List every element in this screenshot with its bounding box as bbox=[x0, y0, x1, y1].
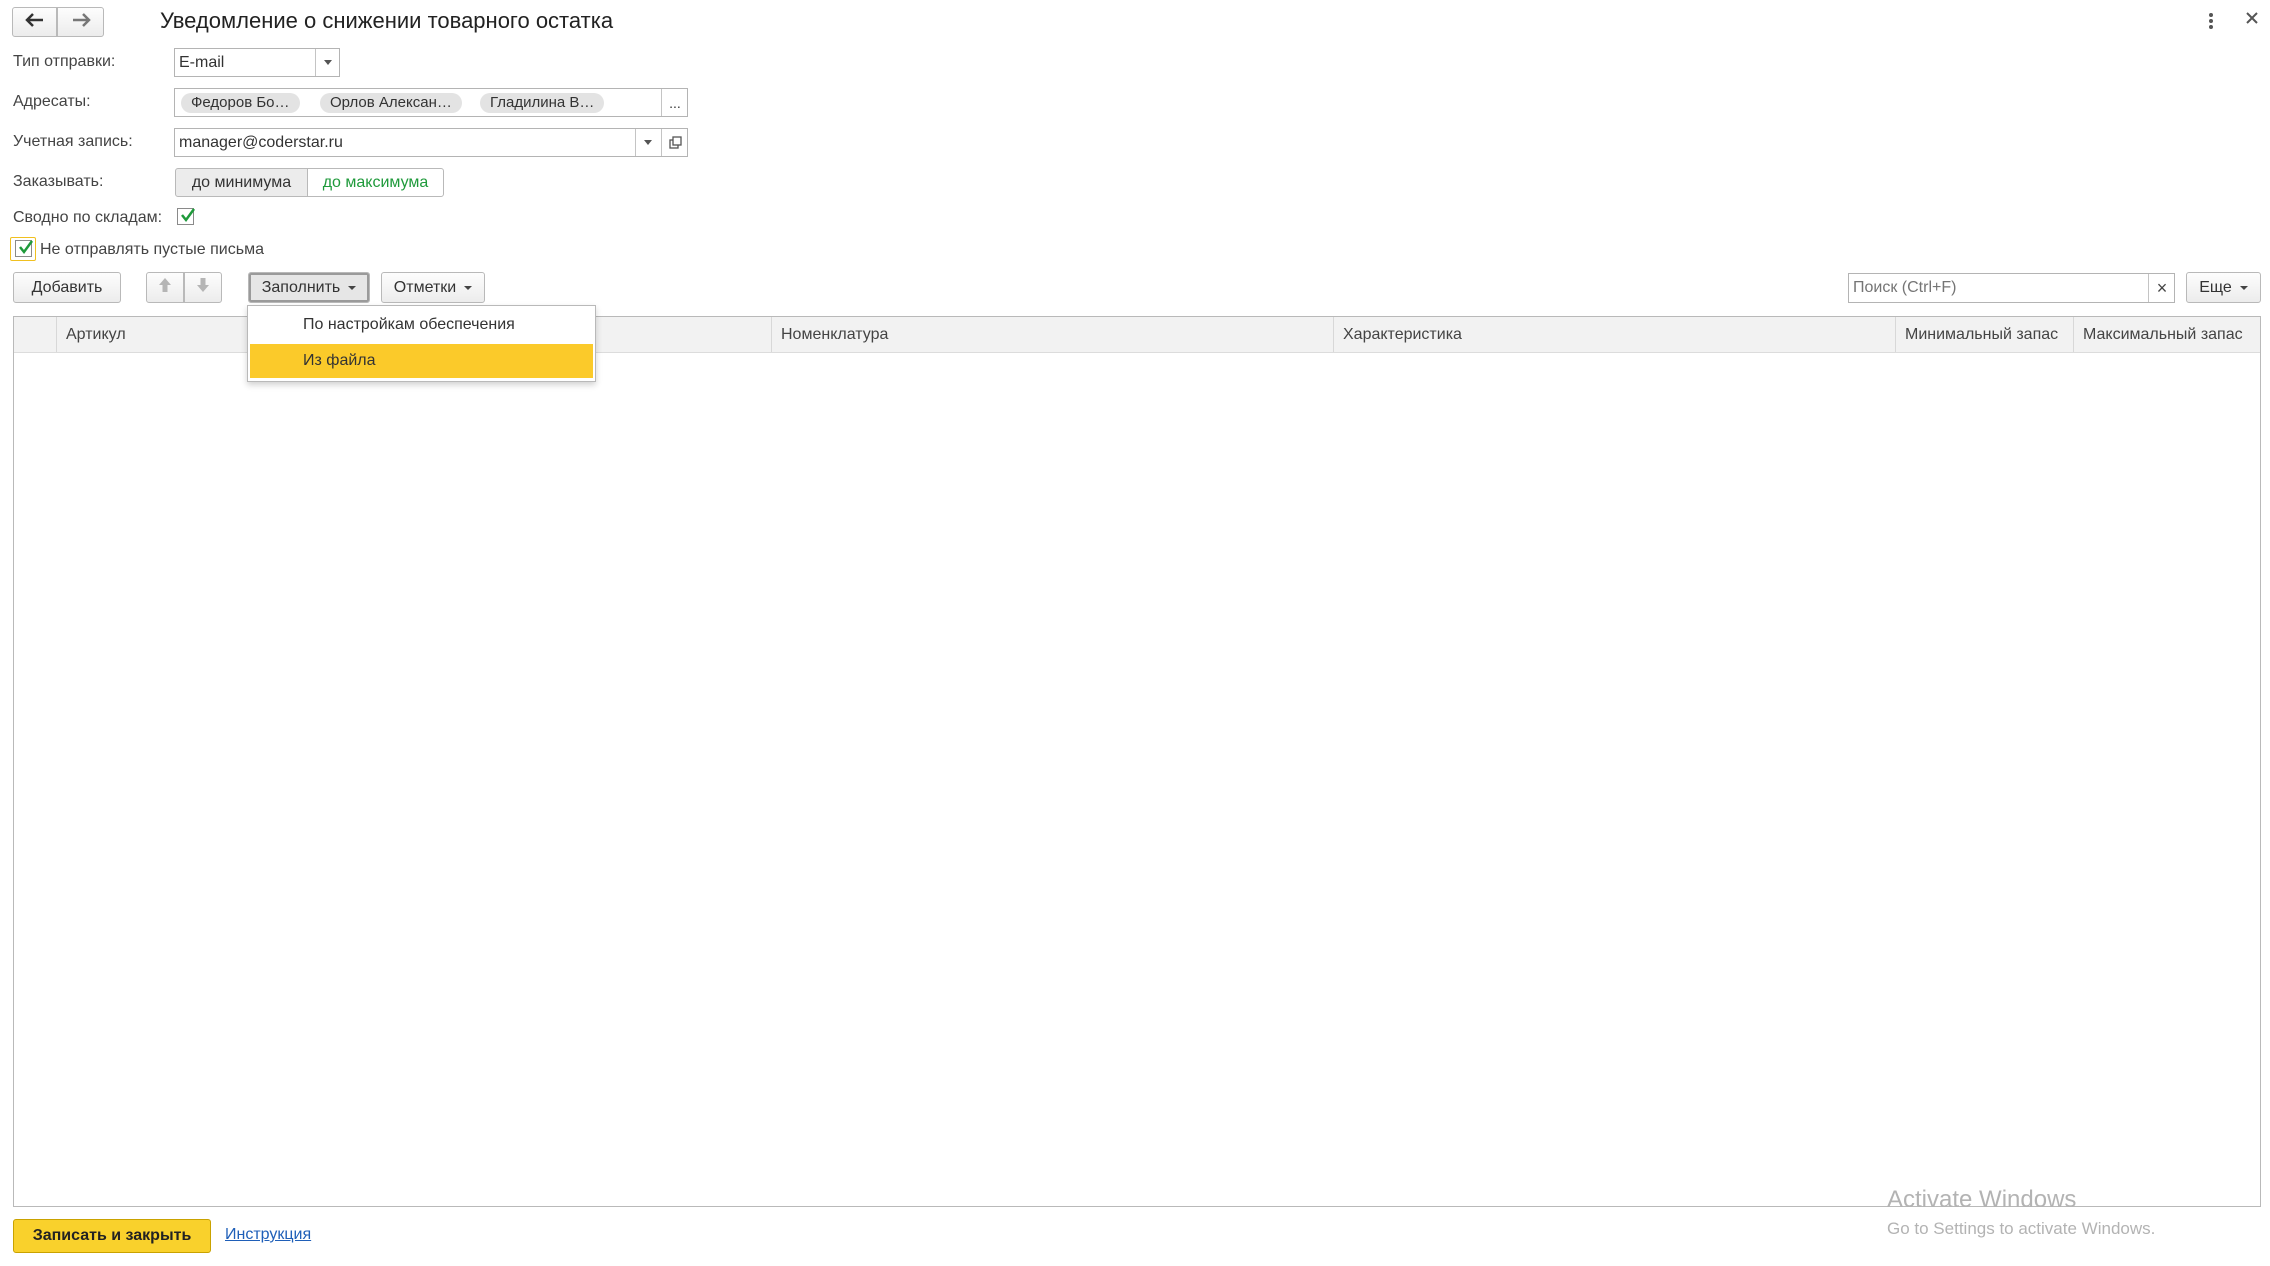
watermark-subtitle: Go to Settings to activate Windows. bbox=[1887, 1219, 2156, 1238]
fill-menu: По настройкам обеспечения Из файла bbox=[247, 305, 596, 382]
arrow-right-icon bbox=[71, 12, 91, 32]
account-label: Учетная запись: bbox=[13, 133, 133, 150]
skip-empty-checkbox[interactable] bbox=[15, 240, 34, 257]
by-warehouses-label: Сводно по складам: bbox=[13, 209, 163, 226]
add-button[interactable]: Добавить bbox=[13, 272, 121, 303]
more-button[interactable]: Еще bbox=[2186, 272, 2261, 303]
column-nomenclature[interactable]: Номенклатура bbox=[771, 317, 1333, 352]
by-warehouses-checkbox[interactable] bbox=[177, 208, 196, 225]
order-max-button[interactable]: до максимума bbox=[307, 168, 444, 197]
marks-button[interactable]: Отметки bbox=[381, 272, 485, 303]
recipients-select-button[interactable]: ... bbox=[661, 89, 688, 116]
fill-menu-item-from-file[interactable]: Из файла bbox=[250, 344, 593, 378]
send-type-select[interactable]: E-mail bbox=[174, 48, 340, 77]
instruction-link[interactable]: Инструкция bbox=[225, 1226, 311, 1244]
page-title: Уведомление о снижении товарного остатка bbox=[160, 8, 614, 33]
recipient-chip[interactable]: Орлов Алексан… bbox=[320, 93, 462, 113]
close-icon[interactable] bbox=[2245, 11, 2261, 27]
search-clear-button[interactable]: × bbox=[2148, 274, 2175, 302]
account-select[interactable]: manager@coderstar.ru bbox=[174, 128, 688, 157]
fill-button[interactable]: Заполнить bbox=[248, 272, 370, 303]
move-up-button[interactable] bbox=[146, 272, 184, 303]
search-input[interactable] bbox=[1849, 274, 2153, 302]
send-type-label: Тип отправки: bbox=[13, 53, 116, 70]
order-label: Заказывать: bbox=[13, 173, 104, 190]
column-max-stock[interactable]: Максимальный запас bbox=[2073, 317, 2260, 352]
arrow-down-icon bbox=[196, 277, 210, 298]
fill-menu-item-settings[interactable]: По настройкам обеспечения bbox=[248, 308, 595, 342]
search-box[interactable]: × bbox=[1848, 273, 2175, 303]
chevron-down-icon bbox=[2239, 285, 2248, 290]
forward-button[interactable] bbox=[57, 7, 104, 37]
arrow-up-icon bbox=[158, 277, 172, 298]
arrow-left-icon bbox=[24, 12, 45, 32]
chevron-down-icon bbox=[348, 285, 357, 290]
move-down-button[interactable] bbox=[184, 272, 222, 303]
chevron-down-icon bbox=[464, 285, 473, 290]
recipient-chip[interactable]: Гладилина В… bbox=[480, 93, 605, 113]
open-icon[interactable] bbox=[661, 129, 688, 156]
column-marker bbox=[14, 317, 56, 352]
marks-label: Отметки bbox=[393, 278, 457, 296]
send-type-value: E-mail bbox=[179, 54, 225, 71]
account-value: manager@coderstar.ru bbox=[179, 134, 343, 151]
chevron-down-icon[interactable] bbox=[635, 129, 660, 156]
recipients-field[interactable]: Федоров Бо… Орлов Алексан… Гладилина В… … bbox=[174, 88, 688, 117]
fill-label: Заполнить bbox=[261, 278, 341, 296]
chevron-down-icon[interactable] bbox=[315, 49, 340, 76]
recipient-chip[interactable]: Федоров Бо… bbox=[181, 93, 300, 113]
more-label: Еще bbox=[2199, 278, 2232, 296]
watermark-title: Activate Windows bbox=[1887, 1186, 2077, 1213]
recipients-label: Адресаты: bbox=[13, 93, 91, 110]
order-min-button[interactable]: до минимума bbox=[175, 168, 308, 197]
save-close-button[interactable]: Записать и закрыть bbox=[13, 1219, 211, 1253]
column-min-stock[interactable]: Минимальный запас bbox=[1895, 317, 2073, 352]
back-button[interactable] bbox=[12, 7, 57, 37]
more-vertical-icon[interactable] bbox=[2208, 12, 2220, 30]
table[interactable] bbox=[13, 316, 2261, 1207]
skip-empty-label: Не отправлять пустые письма bbox=[40, 241, 264, 258]
column-characteristic[interactable]: Характеристика bbox=[1333, 317, 1895, 352]
